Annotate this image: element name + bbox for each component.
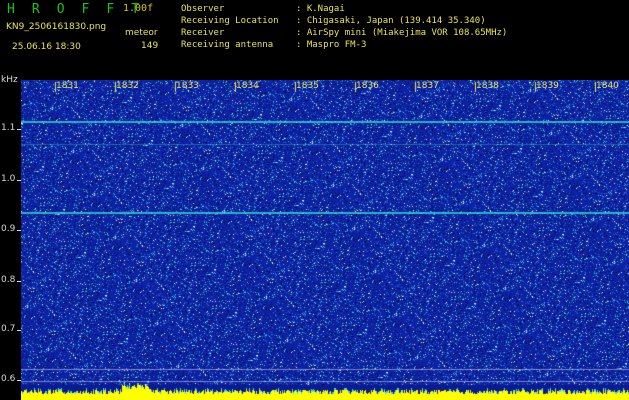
y-tick-label: 1.0 — [1, 174, 16, 184]
antenna-value: : Maspro FM-3 — [296, 40, 367, 50]
location-key: Receiving Location — [181, 16, 279, 26]
spectrogram-panel — [21, 80, 629, 400]
y-tick-label: 0.8 — [1, 275, 16, 285]
x-tick-label: 1833 — [176, 81, 199, 91]
y-tick-label: 0.7 — [1, 324, 16, 334]
x-tick-label: 1839 — [536, 81, 559, 91]
spectrogram-canvas — [21, 80, 629, 400]
y-tick-label: 0.6 — [1, 374, 16, 384]
file-name: KN9_2506161830.png — [6, 22, 107, 32]
x-tick-label: 1840 — [596, 81, 619, 91]
x-tick-label: 1836 — [356, 81, 379, 91]
observer-key: Observer — [181, 4, 225, 14]
antenna-key: Receiving antenna — [181, 40, 274, 50]
x-tick-label: 1838 — [476, 81, 499, 91]
location-value: : Chigasaki, Japan (139.414 35.340) — [296, 16, 486, 26]
y-tick-label: 1.1 — [1, 123, 16, 133]
meteor-count-label: meteor — [125, 28, 158, 38]
x-tick-label: 1834 — [236, 81, 259, 91]
meteor-count-value: 149 — [141, 41, 159, 51]
header-panel: H R O F F T 1.00f KN9_2506161830.png met… — [0, 0, 629, 80]
receiver-value: : AirSpy mini (Miakejima VOR 108.65MHz) — [296, 28, 508, 38]
x-tick-label: 1837 — [416, 81, 439, 91]
x-tick-label: 1832 — [116, 81, 139, 91]
y-axis-unit: kHz — [1, 75, 18, 85]
observation-datetime: 25.06.16 18:30 — [12, 42, 81, 52]
x-tick-label: 1835 — [296, 81, 319, 91]
receiver-key: Receiver — [181, 28, 225, 38]
x-tick-label: 1831 — [56, 81, 79, 91]
observer-value: : K.Nagai — [296, 4, 345, 14]
version-label: 1.00f — [123, 3, 154, 14]
y-tick-label: 0.9 — [1, 224, 16, 234]
